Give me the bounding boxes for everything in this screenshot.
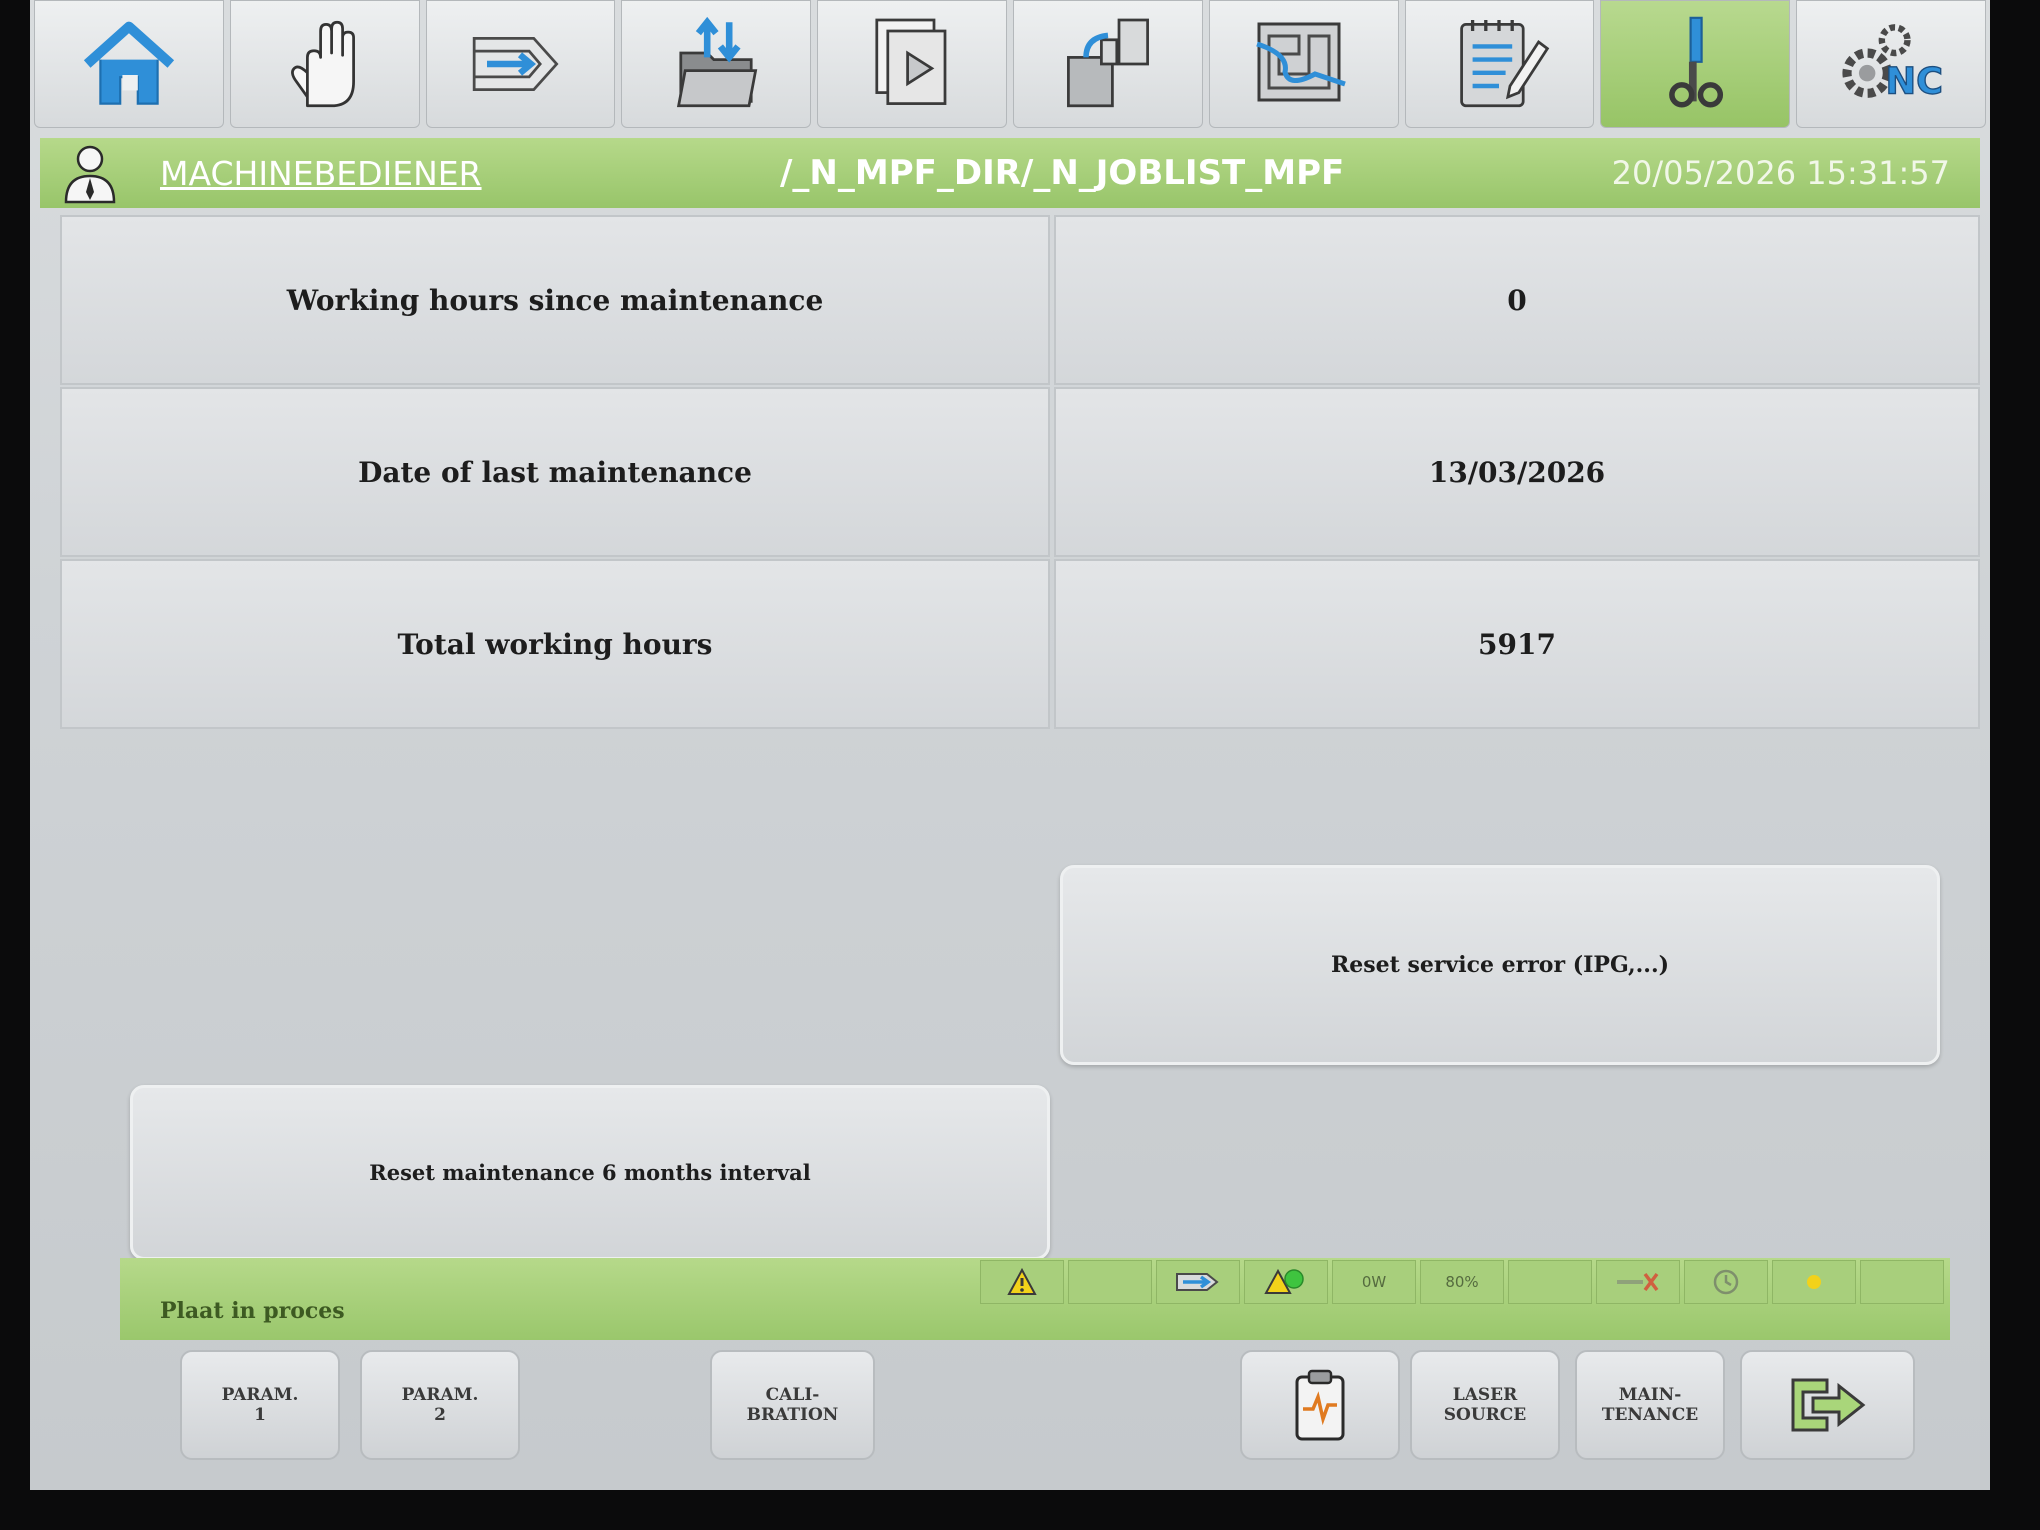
machine-screen: NC MACHINEBEDIENER /_N_MPF_DIR/_N_JOBLIS… bbox=[30, 0, 1990, 1490]
auto-button[interactable] bbox=[425, 0, 616, 128]
arrow-right-icon bbox=[1176, 1273, 1219, 1291]
program-path: /_N_MPF_DIR/_N_JOBLIST_MPF bbox=[780, 153, 1345, 193]
parts-icon bbox=[1066, 18, 1149, 108]
exit-softkey[interactable] bbox=[1740, 1350, 1915, 1460]
service-button[interactable] bbox=[1600, 0, 1791, 128]
param-2-softkey[interactable]: PARAM. 2 bbox=[360, 1350, 520, 1460]
maintenance-softkey[interactable]: MAIN- TENANCE bbox=[1575, 1350, 1725, 1460]
table-row: Total working hours 5917 bbox=[60, 559, 1980, 729]
home-button[interactable] bbox=[34, 0, 224, 128]
documents-play-icon bbox=[875, 18, 947, 105]
empty-indicator bbox=[1508, 1260, 1592, 1304]
file-transfer-button[interactable] bbox=[621, 0, 812, 128]
empty-indicator bbox=[1860, 1260, 1944, 1304]
reset-service-error-button[interactable]: Reset service error (IPG,...) bbox=[1060, 865, 1940, 1065]
row-value: 5917 bbox=[1054, 559, 1980, 729]
run-indicator bbox=[1156, 1260, 1240, 1304]
datetime: 20/05/2026 15:31:57 bbox=[1611, 154, 1950, 192]
laser-off-icon bbox=[1617, 1272, 1659, 1292]
log-softkey[interactable] bbox=[1240, 1350, 1400, 1460]
path-icon bbox=[1255, 22, 1346, 102]
table-row: Working hours since maintenance 0 bbox=[60, 215, 1980, 385]
row-label: Total working hours bbox=[60, 559, 1050, 729]
arrow-right-icon bbox=[473, 36, 559, 92]
top-toolbar: NC bbox=[30, 0, 1990, 135]
clock-icon bbox=[1713, 1269, 1739, 1295]
user-link[interactable]: MACHINEBEDIENER bbox=[160, 154, 780, 193]
percent-indicator: 80% bbox=[1420, 1260, 1504, 1304]
status-message: Plaat in proces bbox=[160, 1298, 345, 1324]
maintenance-table: Working hours since maintenance 0 Date o… bbox=[60, 215, 1980, 731]
warning-icon bbox=[1007, 1268, 1037, 1295]
row-label: Working hours since maintenance bbox=[60, 215, 1050, 385]
nc-label: NC bbox=[1886, 59, 1944, 102]
alarm-indicator bbox=[1244, 1260, 1328, 1304]
nc-settings-button[interactable]: NC bbox=[1796, 0, 1986, 128]
row-value: 0 bbox=[1054, 215, 1980, 385]
exit-icon bbox=[1791, 1378, 1865, 1432]
notepad-edit-icon bbox=[1460, 20, 1550, 108]
manual-button[interactable] bbox=[229, 0, 420, 128]
parts-button[interactable] bbox=[1012, 0, 1203, 128]
status-indicators: 0W 80% bbox=[980, 1260, 1944, 1304]
path-button[interactable] bbox=[1208, 0, 1399, 128]
empty-indicator bbox=[1068, 1260, 1152, 1304]
power-indicator: 0W bbox=[1332, 1260, 1416, 1304]
status-led-indicator bbox=[1772, 1260, 1856, 1304]
param-1-softkey[interactable]: PARAM. 1 bbox=[180, 1350, 340, 1460]
hand-icon bbox=[290, 20, 355, 108]
yellow-dot-icon bbox=[1807, 1275, 1821, 1289]
row-value: 13/03/2026 bbox=[1054, 387, 1980, 557]
calibration-softkey[interactable]: CALI- BRATION bbox=[710, 1350, 875, 1460]
timer-indicator bbox=[1684, 1260, 1768, 1304]
laser-source-softkey[interactable]: LASER SOURCE bbox=[1410, 1350, 1560, 1460]
user-avatar-icon bbox=[64, 145, 116, 204]
softkey-bar: PARAM. 1 PARAM. 2 CALI- BRATION LASER SO… bbox=[30, 1340, 1990, 1480]
folder-transfer-icon bbox=[677, 16, 758, 108]
nc-gear-icon: NC bbox=[1842, 24, 1944, 103]
reset-maintenance-button[interactable]: Reset maintenance 6 months interval bbox=[130, 1085, 1050, 1260]
header-bar: MACHINEBEDIENER /_N_MPF_DIR/_N_JOBLIST_M… bbox=[40, 138, 1980, 208]
warning-green-icon bbox=[1264, 1268, 1304, 1294]
laser-indicator bbox=[1596, 1260, 1680, 1304]
warning-indicator bbox=[980, 1260, 1064, 1304]
tools-icon bbox=[1669, 16, 1724, 108]
clipboard-chart-icon bbox=[1295, 1369, 1345, 1441]
program-list-button[interactable] bbox=[817, 0, 1007, 128]
row-label: Date of last maintenance bbox=[60, 387, 1050, 557]
table-row: Date of last maintenance 13/03/2026 bbox=[60, 387, 1980, 557]
status-bar: Plaat in proces 0W 80% bbox=[120, 1258, 1950, 1340]
editor-button[interactable] bbox=[1404, 0, 1595, 128]
home-icon bbox=[83, 21, 174, 105]
